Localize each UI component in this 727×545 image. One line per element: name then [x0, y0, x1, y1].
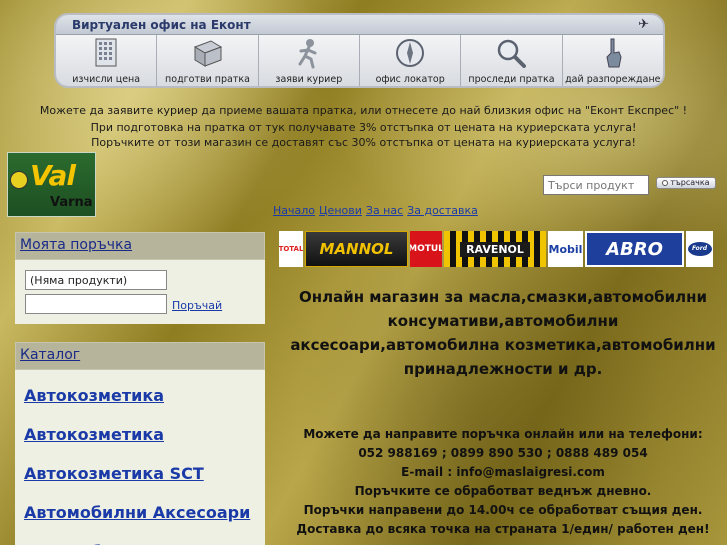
- contact-line: Поръчките се обработват веднъж дневно.: [354, 484, 652, 498]
- catalog-item[interactable]: Автокозметика: [15, 376, 265, 415]
- order-link[interactable]: Поръчай: [172, 299, 222, 312]
- econt-header: Виртуален офис на Еконт ✈: [56, 15, 663, 35]
- headline-line: принадлежности и др.: [403, 360, 603, 378]
- brand-ford-label[interactable]: Ford: [687, 242, 712, 256]
- main-headline: Онлайн магазин за масла,смазки,автомобил…: [279, 285, 727, 381]
- cart-panel: Моята поръчка (Няма продукти) Поръчай: [15, 232, 265, 324]
- notice-line: Поръчките от този магазин се доставят съ…: [91, 136, 636, 149]
- nav-delivery-link[interactable]: За доставка: [407, 204, 478, 217]
- catalog-panel: Каталог Автокозметика Автокозметика Авто…: [15, 342, 265, 545]
- contact-line: Можете да направите поръчка онлайн или н…: [303, 427, 703, 441]
- econt-label: дай разпореждане: [565, 74, 661, 85]
- contact-line: Доставка до всяка точка на страната 1/ед…: [296, 522, 710, 536]
- headline-line: Онлайн магазин за масла,смазки,автомобил…: [298, 288, 708, 306]
- catalog-item[interactable]: Автокозметика SCT: [15, 454, 265, 493]
- catalog-item[interactable]: Автокозметика: [15, 415, 265, 454]
- contact-line: Поръчки направени до 14.00ч се обработва…: [303, 503, 703, 517]
- calculator-icon: [95, 38, 117, 67]
- search-button-label: търсачка: [670, 178, 710, 187]
- contact-info: Можете да направите поръчка онлайн или н…: [279, 425, 727, 539]
- brand-logos: TOTAL MANNOL MOTUL RAVENOL Mobil ABRO Fo…: [279, 231, 719, 267]
- econt-toolbar: Виртуален офис на Еконт ✈ изчисли цена п…: [54, 13, 665, 88]
- magnifier-icon: [498, 39, 527, 68]
- logo-subtitle: Varna: [50, 195, 93, 210]
- brand-total-logo[interactable]: TOTAL: [279, 231, 303, 267]
- econt-label: заяви куриер: [275, 74, 343, 85]
- econt-label: подготви пратка: [165, 74, 250, 85]
- catalog-title[interactable]: Каталог: [15, 342, 265, 370]
- brand-mannol-logo[interactable]: MANNOL: [305, 231, 408, 267]
- package-icon: [194, 40, 223, 67]
- plane-icon: ✈: [638, 17, 649, 32]
- brand-ford-logo: Ford: [686, 231, 713, 267]
- cart-items-field[interactable]: (Няма продукти): [25, 270, 167, 290]
- courier-icon: [298, 39, 317, 69]
- econt-label: проследи пратка: [468, 74, 555, 85]
- logo-text: Val: [30, 159, 76, 192]
- econt-office-locator[interactable]: офис локатор: [359, 35, 462, 86]
- econt-label: изчисли цена: [72, 74, 141, 85]
- site-logo[interactable]: Val Varna: [7, 152, 96, 217]
- brand-ravenol-logo: RAVENOL: [444, 231, 546, 267]
- pointing-hand-icon: [606, 38, 622, 68]
- email[interactable]: E-mail : info@maslaigresi.com: [279, 463, 727, 482]
- econt-label: офис локатор: [375, 74, 445, 85]
- nav-prices-link[interactable]: Ценови: [319, 204, 362, 217]
- nav-about-link[interactable]: За нас: [366, 204, 403, 217]
- search-button[interactable]: търсачка: [656, 177, 716, 189]
- econt-prepare-shipment[interactable]: подготви пратка: [157, 35, 259, 86]
- compass-icon: [396, 39, 425, 67]
- brand-abro-logo[interactable]: ABRO: [585, 231, 684, 267]
- catalog-item[interactable]: Автомобилни Аксесоари: [15, 493, 265, 532]
- brand-motul-logo[interactable]: MOTUL: [410, 231, 442, 267]
- top-navigation: Начало Ценови За нас За доставка: [273, 204, 482, 217]
- notice-line: При подготовка на пратка от тук получава…: [90, 121, 637, 134]
- brand-mobil-logo[interactable]: Mobil: [548, 231, 583, 267]
- econt-give-instruction[interactable]: дай разпореждане: [562, 35, 663, 86]
- radio-icon: [662, 180, 669, 186]
- econt-calculate-price[interactable]: изчисли цена: [56, 35, 158, 86]
- oil-badge-icon: [10, 171, 28, 189]
- econt-request-courier[interactable]: заяви куриер: [258, 35, 360, 86]
- notice-line: Можете да заявите куриер да приеме вашат…: [39, 104, 688, 117]
- phone-numbers: 052 988169 ; 0899 890 530 ; 0888 489 054: [358, 446, 648, 460]
- catalog-item[interactable]: Автомобилни антени: [15, 532, 265, 545]
- econt-track-shipment[interactable]: проследи пратка: [461, 35, 563, 86]
- econt-title: Виртуален офис на Еконт: [72, 18, 251, 32]
- brand-ravenol-label[interactable]: RAVENOL: [460, 241, 530, 257]
- headline-line: консумативи,автомобилни: [387, 312, 619, 330]
- cart-total-field[interactable]: [25, 294, 167, 314]
- search-input[interactable]: [543, 175, 649, 195]
- cart-title[interactable]: Моята поръчка: [15, 232, 265, 260]
- headline-line: аксесоари,автомобилна козметика,автомоби…: [290, 336, 716, 354]
- nav-home-link[interactable]: Начало: [273, 204, 315, 217]
